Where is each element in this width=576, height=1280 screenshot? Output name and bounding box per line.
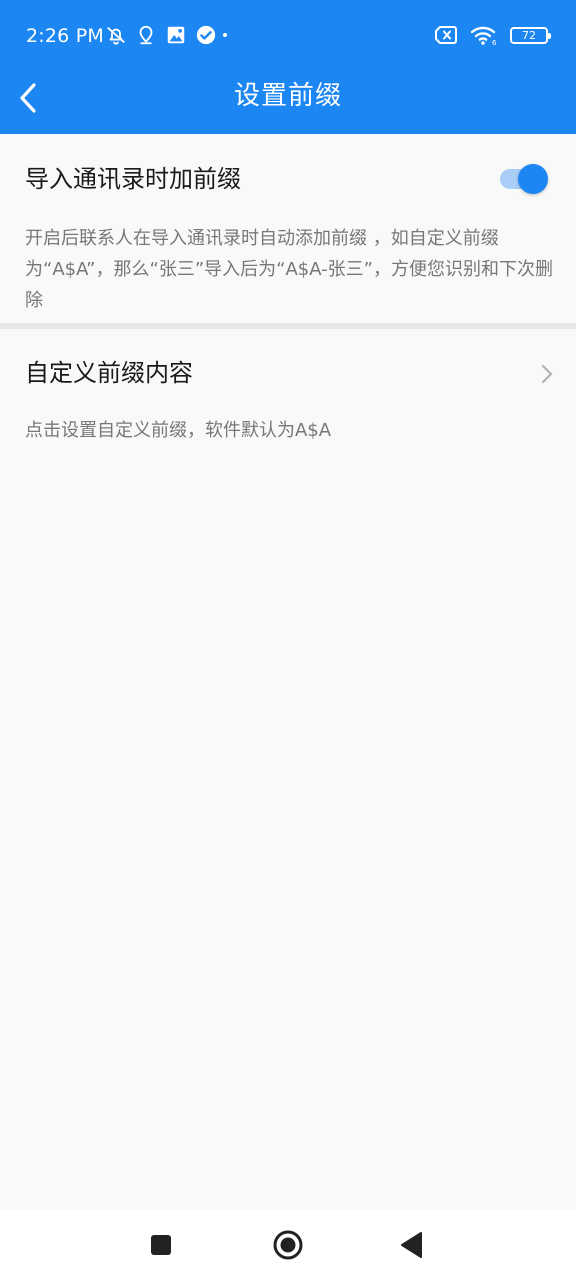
navigation-bar	[0, 1210, 576, 1280]
recents-button[interactable]	[143, 1227, 179, 1263]
page-title: 设置前缀	[233, 81, 342, 111]
custom-prefix-row[interactable]: 自定义前缀内容 点击设置自定义前缀，软件默认为A$A	[0, 329, 576, 469]
home-button[interactable]	[270, 1227, 306, 1263]
image-icon	[167, 26, 185, 44]
chevron-right-icon	[541, 364, 553, 384]
status-time: 2:26 PM	[26, 25, 104, 47]
home-circle-icon	[273, 1230, 303, 1260]
svg-text:6: 6	[492, 39, 497, 46]
sim-error-icon	[435, 26, 457, 44]
battery-icon: 72	[510, 26, 551, 44]
import-prefix-toggle[interactable]	[500, 164, 548, 194]
battery-level: 72	[522, 28, 536, 42]
toggle-knob	[518, 164, 548, 194]
import-prefix-description: 开启后联系人在导入通讯录时自动添加前缀 ，如自定义前缀为“A$A”，那么“张三”…	[25, 228, 553, 311]
import-prefix-row: 导入通讯录时加前缀 开启后联系人在导入通讯录时自动添加前缀 ，如自定义前缀为“A…	[0, 134, 576, 323]
location-pin-icon	[139, 25, 153, 45]
back-triangle-icon	[401, 1232, 422, 1258]
notification-dot	[223, 33, 227, 37]
check-circle-icon	[196, 25, 216, 45]
status-icons-left	[105, 22, 217, 48]
custom-prefix-title: 自定义前缀内容	[25, 359, 193, 387]
app-header: 2:26 PM 6 72 设置前缀	[0, 0, 576, 134]
title-bar: 设置前缀	[0, 70, 576, 134]
import-prefix-title: 导入通讯录时加前缀	[25, 165, 241, 193]
custom-prefix-description: 点击设置自定义前缀，软件默认为A$A	[25, 420, 332, 441]
system-back-button[interactable]	[394, 1227, 430, 1263]
mute-bell-icon	[107, 26, 125, 45]
wifi-icon: 6	[470, 26, 497, 46]
recents-square-icon	[151, 1235, 171, 1255]
status-icons-right: 6 72	[434, 22, 551, 48]
status-bar: 2:26 PM 6 72	[0, 0, 576, 70]
